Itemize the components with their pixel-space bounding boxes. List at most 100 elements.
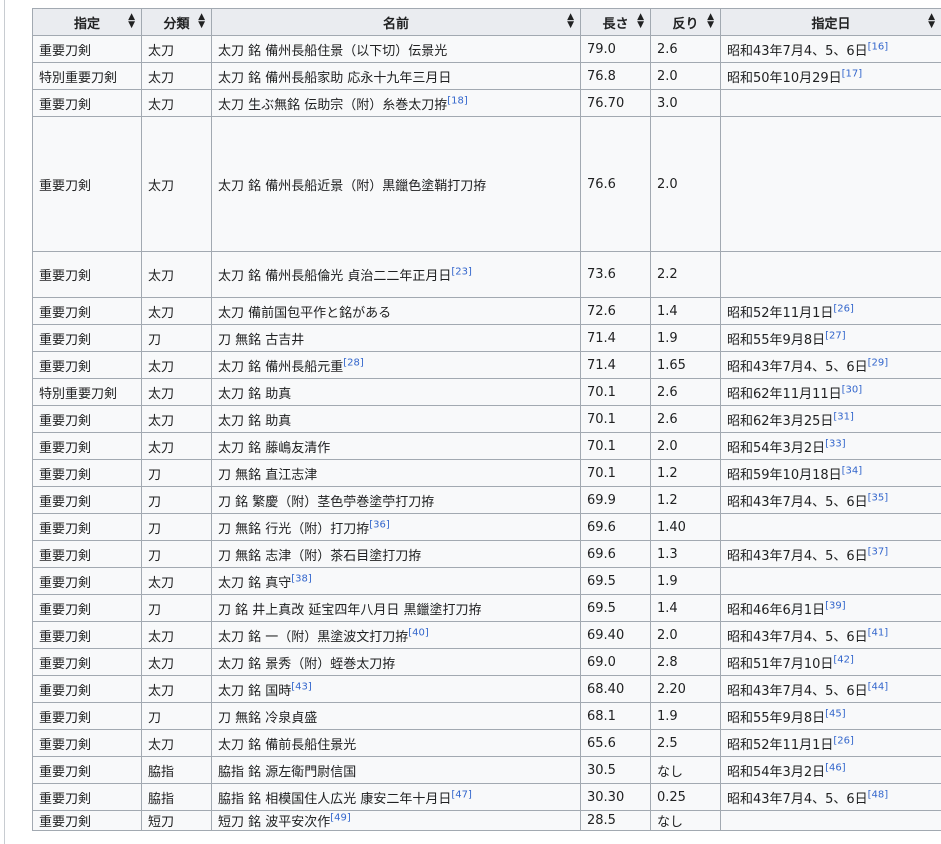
cell-length: 73.6	[580, 251, 651, 298]
cell-category-text: 太刀	[148, 97, 175, 113]
citation-link[interactable]: [45]	[825, 708, 846, 719]
citation-link[interactable]: [36]	[369, 519, 390, 530]
cell-curve: 1.9	[650, 702, 721, 730]
cell-curve-text: 2.8	[657, 654, 678, 670]
cell-category: 脇指	[141, 756, 212, 784]
cell-length-text: 68.40	[587, 681, 625, 697]
cell-name-text: 太刀 銘 真守	[218, 575, 292, 591]
cell-curve: 2.0	[650, 62, 721, 90]
citation-link[interactable]: [23]	[451, 267, 472, 278]
cell-category: 太刀	[141, 648, 212, 676]
cell-name-text: 太刀 銘 備州長船家助 応永十九年三月日	[218, 70, 452, 86]
citation-link[interactable]: [17]	[842, 68, 863, 79]
cell-category: 刀	[141, 540, 212, 568]
cell-date	[720, 810, 941, 831]
cell-name: 刀 無銘 古吉井	[211, 324, 581, 352]
citation-link[interactable]: [35]	[868, 492, 889, 503]
cell-category-text: 太刀	[148, 629, 175, 645]
cell-category: 刀	[141, 324, 212, 352]
cell-category: 刀	[141, 513, 212, 541]
cell-curve: 1.4	[650, 297, 721, 325]
cell-length-text: 76.70	[587, 95, 625, 111]
table-row: 重要刀剣 刀 刀 銘 繁慶（附）茎色苧巻塗苧打刀拵 69.9 1.2 昭和43年7月4、5…	[32, 486, 941, 514]
sortable-header-date[interactable]: 指定日 ▲ ▼	[720, 8, 941, 36]
citation-link[interactable]: [44]	[868, 681, 889, 692]
citation-link[interactable]: [27]	[825, 330, 846, 341]
cell-category-text: 刀	[148, 602, 162, 618]
cell-designation-text: 重要刀剣	[39, 602, 92, 618]
cell-curve-text: 2.6	[657, 41, 678, 57]
table-row: 重要刀剣 脇指 脇指 銘 相模国住人広光 康安二年十月日[47] 30.30 0.25 昭…	[32, 783, 941, 811]
citation-link[interactable]: [29]	[868, 357, 889, 368]
cell-date-text: 昭和54年3月2日	[727, 440, 826, 456]
cell-name: 刀 無銘 行光（附）打刀拵[36]	[211, 513, 581, 541]
cell-date-text: 昭和43年7月4、5、6日	[727, 359, 868, 375]
citation-link[interactable]: [41]	[868, 627, 889, 638]
citation-link[interactable]: [42]	[833, 654, 854, 665]
cell-length: 76.6	[580, 116, 651, 252]
cell-designation: 重要刀剣	[32, 432, 142, 460]
citation-link[interactable]: [38]	[291, 573, 312, 584]
cell-name-text: 短刀 銘 波平安次作	[218, 815, 331, 830]
citation-link[interactable]: [26]	[833, 303, 854, 314]
citation-link[interactable]: [47]	[451, 789, 472, 800]
cell-designation: 重要刀剣	[32, 702, 142, 730]
cell-designation: 重要刀剣	[32, 783, 142, 811]
cell-designation-text: 重要刀剣	[39, 521, 92, 537]
cell-length: 70.1	[580, 432, 651, 460]
sortable-header-curve[interactable]: 反り ▲ ▼	[650, 8, 721, 36]
cell-curve-text: 2.0	[657, 68, 678, 84]
cell-date-text: 昭和43年7月4、5、6日	[727, 43, 868, 59]
cell-designation-text: 重要刀剣	[39, 548, 92, 564]
cell-length-text: 70.1	[587, 465, 616, 481]
cell-name-text: 刀 無銘 志津（附）茶石目塗打刀拵	[218, 548, 422, 564]
cell-name: 太刀 銘 備州長船倫光 貞治二二年正月日[23]	[211, 251, 581, 298]
cell-designation: 重要刀剣	[32, 35, 142, 63]
cell-category-text: 刀	[148, 467, 162, 483]
cell-name-text: 脇指 銘 相模国住人広光 康安二年十月日	[218, 791, 452, 807]
cell-category: 太刀	[141, 675, 212, 703]
citation-link[interactable]: [30]	[842, 384, 863, 395]
cell-designation-text: 重要刀剣	[39, 683, 92, 699]
citation-link[interactable]: [43]	[291, 681, 312, 692]
sortable-header-category[interactable]: 分類 ▲ ▼	[141, 8, 212, 36]
cell-date: 昭和43年7月4、5、6日[41]	[720, 621, 941, 649]
citation-link[interactable]: [26]	[833, 735, 854, 746]
citation-link[interactable]: [39]	[825, 600, 846, 611]
citation-link[interactable]: [40]	[408, 627, 429, 638]
citation-link[interactable]: [37]	[868, 546, 889, 557]
cell-curve-text: 2.0	[657, 438, 678, 454]
cell-curve-text: 1.9	[657, 708, 678, 724]
cell-name: 脇指 銘 相模国住人広光 康安二年十月日[47]	[211, 783, 581, 811]
cell-name-text: 太刀 銘 備前長船住景光	[218, 737, 357, 753]
citation-link[interactable]: [16]	[868, 41, 889, 52]
sortable-header-name[interactable]: 名前 ▲ ▼	[211, 8, 581, 36]
cell-curve-text: 1.2	[657, 492, 678, 508]
sort-arrows-icon: ▲ ▼	[567, 12, 574, 30]
cell-name: 太刀 銘 助真	[211, 405, 581, 433]
cell-length: 69.5	[580, 594, 651, 622]
cell-name-text: 太刀 銘 備州長船住景（以下切）伝景光	[218, 43, 448, 59]
cell-name: 脇指 銘 源左衛門尉信国	[211, 756, 581, 784]
cell-name: 太刀 銘 助真	[211, 378, 581, 406]
sortable-header-length[interactable]: 長さ ▲ ▼	[580, 8, 651, 36]
table-row: 重要刀剣 脇指 脇指 銘 源左衛門尉信国 30.5 なし 昭和54年3月2日[46]	[32, 756, 941, 784]
citation-link[interactable]: [34]	[842, 465, 863, 476]
citation-link[interactable]: [31]	[833, 411, 854, 422]
cell-name: 短刀 銘 波平安次作[49]	[211, 810, 581, 831]
cell-curve-text: 2.0	[657, 176, 678, 192]
cell-designation: 重要刀剣	[32, 621, 142, 649]
cell-name: 刀 無銘 冷泉貞盛	[211, 702, 581, 730]
table-row: 重要刀剣 短刀 短刀 銘 波平安次作[49] 28.5 なし	[32, 810, 941, 831]
citation-link[interactable]: [49]	[330, 813, 351, 824]
cell-category-text: 刀	[148, 332, 162, 348]
citation-link[interactable]: [18]	[447, 95, 468, 106]
citation-link[interactable]: [48]	[868, 789, 889, 800]
cell-category: 太刀	[141, 62, 212, 90]
cell-date-text: 昭和50年10月29日	[727, 70, 842, 86]
citation-link[interactable]: [46]	[825, 762, 846, 773]
citation-link[interactable]: [28]	[343, 357, 364, 368]
sortable-header-designation[interactable]: 指定 ▲ ▼	[32, 8, 142, 36]
cell-length: 76.70	[580, 89, 651, 117]
citation-link[interactable]: [33]	[825, 438, 846, 449]
